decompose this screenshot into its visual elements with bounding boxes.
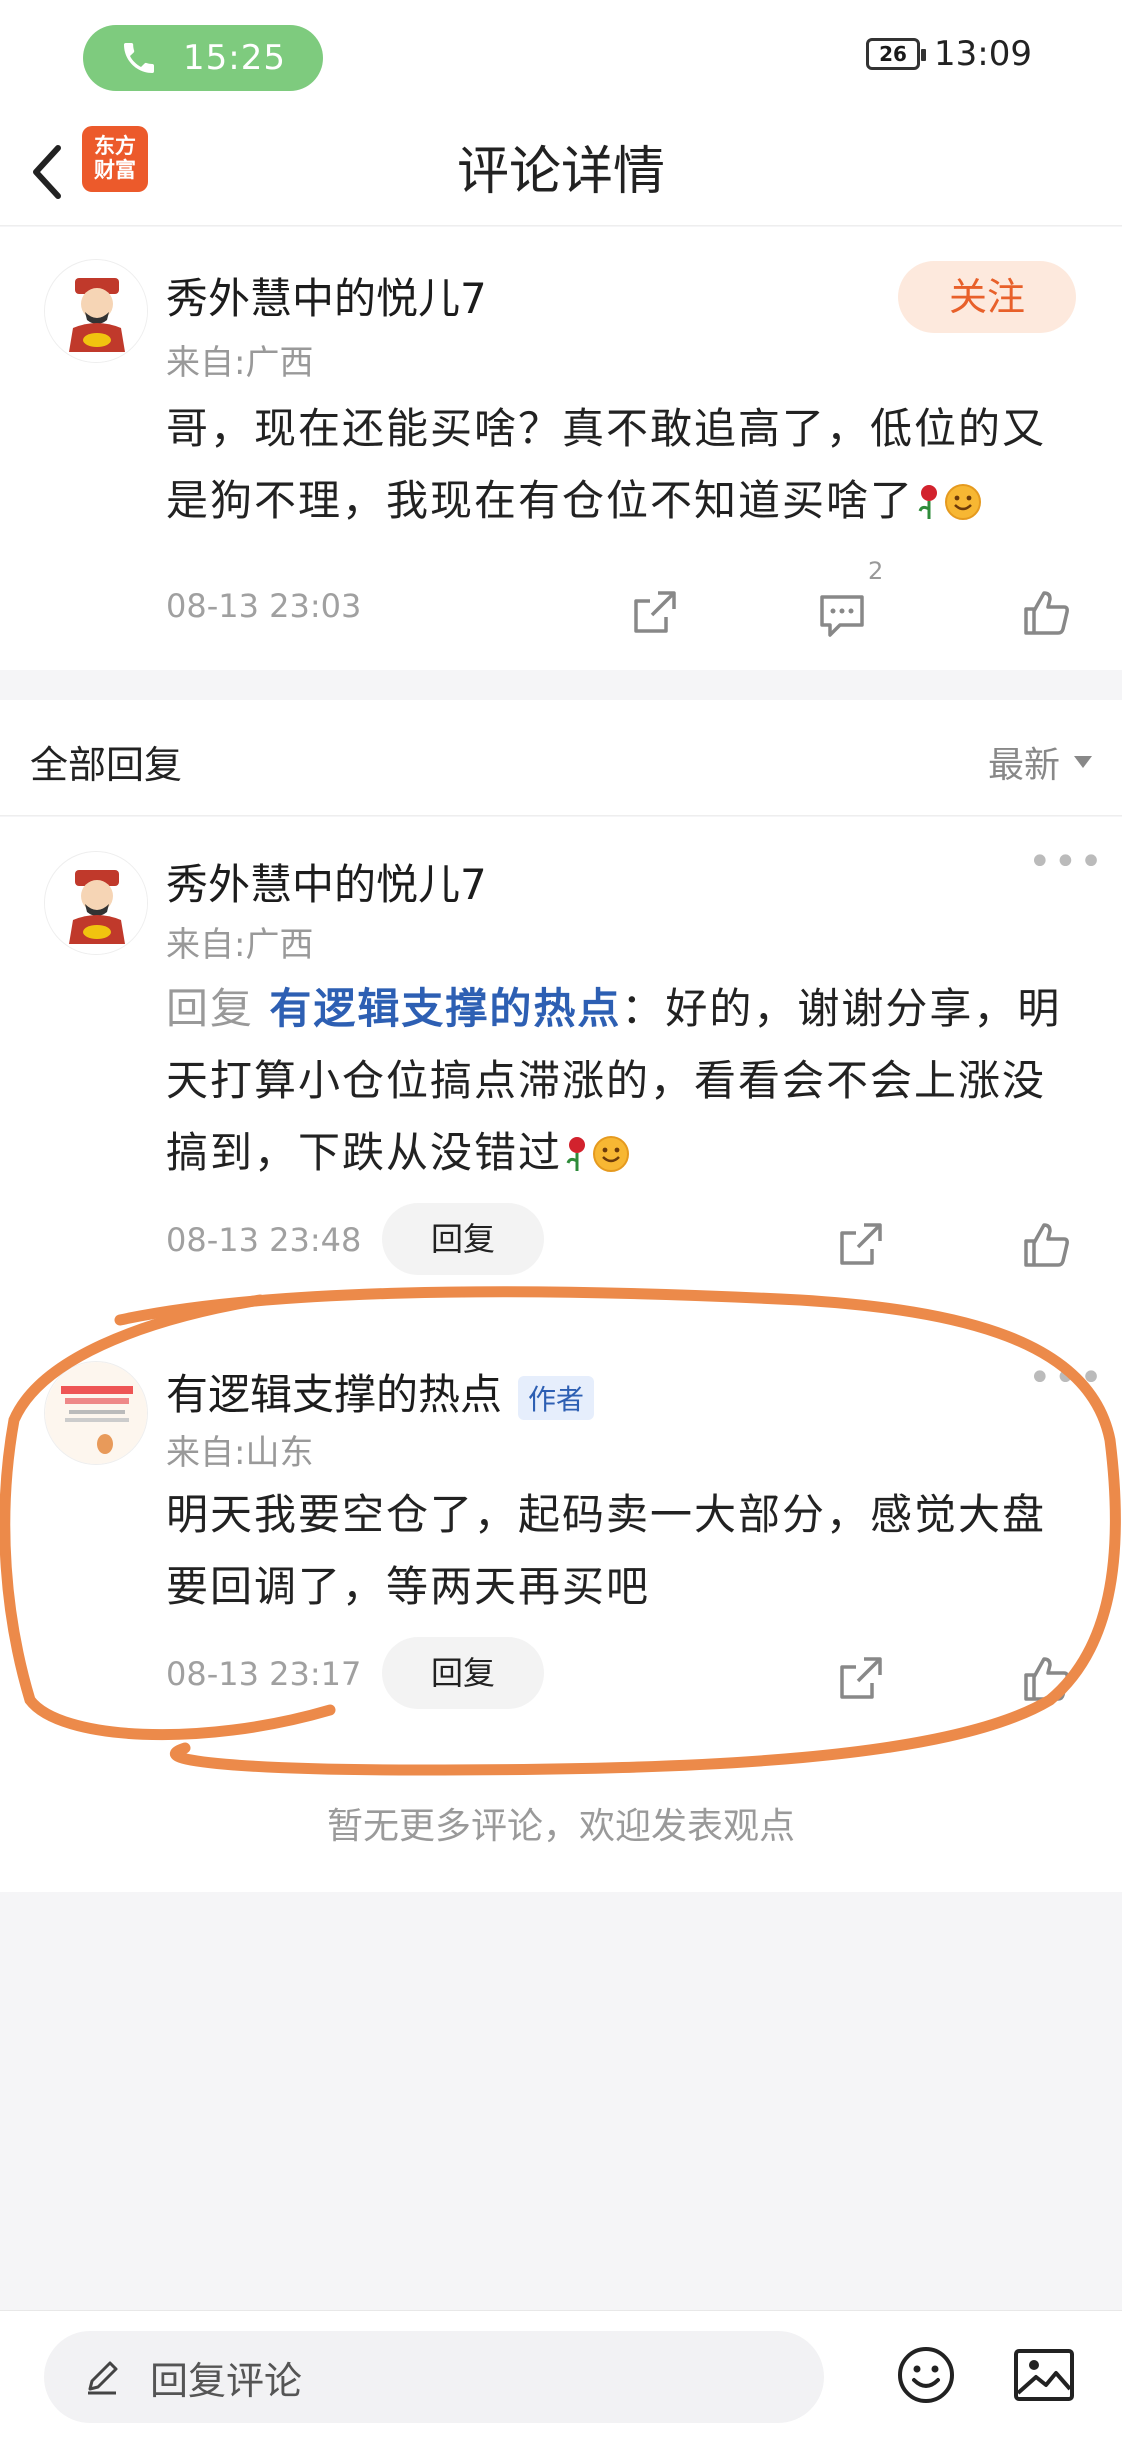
- like-icon[interactable]: [1020, 1653, 1072, 1705]
- username[interactable]: 秀外慧中的悦儿7: [166, 265, 487, 326]
- reply-text: 明天我要空仓了，起码卖一大部分，感觉大盘要回调了，等两天再买吧: [166, 1490, 1047, 1611]
- location: 来自:广西: [166, 343, 314, 383]
- reply-button[interactable]: 回复: [382, 1637, 544, 1709]
- smile-emoji-icon: [945, 484, 982, 520]
- emoji-icon[interactable]: [896, 2345, 956, 2405]
- more-options-icon[interactable]: •••: [1028, 839, 1105, 885]
- main-comment-card: 秀外慧中的悦儿7 来自:广西 关注 哥，现在还能买啥？真不敢追高了，低位的又是狗…: [0, 227, 1122, 670]
- avatar[interactable]: [44, 1361, 148, 1465]
- ongoing-call-pill[interactable]: 15:25: [83, 25, 323, 91]
- like-icon[interactable]: [1020, 1219, 1072, 1271]
- rose-emoji-icon: [918, 485, 938, 519]
- battery-icon: 26: [866, 38, 927, 70]
- comment-text: 哥，现在还能买啥？真不敢追高了，低位的又是狗不理，我现在有仓位不知道买啥了: [166, 404, 1047, 525]
- reply-time: 08-13 23:17: [166, 1655, 362, 1693]
- replies-section-header: 全部回复 最新: [0, 700, 1122, 816]
- share-icon[interactable]: [628, 587, 680, 639]
- avatar[interactable]: [44, 259, 148, 363]
- pencil-icon: [88, 2361, 118, 2395]
- follow-button[interactable]: 关注: [898, 261, 1076, 333]
- reply-time: 08-13 23:48: [166, 1221, 362, 1259]
- clock: 13:09: [934, 34, 1032, 74]
- god-of-wealth-avatar-icon: [45, 852, 147, 954]
- replies-list: 秀外慧中的悦儿7 ••• 来自:广西 回复 有逻辑支撑的热点：好的，谢谢分享，明…: [0, 817, 1122, 1892]
- reply-input-placeholder: 回复评论: [150, 2358, 303, 2403]
- page-title: 评论详情: [456, 142, 665, 202]
- avatar[interactable]: [44, 851, 148, 955]
- no-more-comments-note: 暂无更多评论，欢迎发表观点: [326, 1806, 795, 1847]
- navigation-header: 东方 财富 评论详情: [0, 118, 1122, 226]
- reply-button[interactable]: 回复: [382, 1203, 544, 1275]
- caret-down-icon: [1074, 756, 1092, 768]
- smile-emoji-icon: [593, 1136, 630, 1172]
- like-icon[interactable]: [1020, 587, 1072, 639]
- reply-prefix: 回复: [166, 984, 255, 1033]
- more-options-icon[interactable]: •••: [1028, 1355, 1105, 1401]
- god-of-wealth-avatar-icon: [45, 260, 147, 362]
- bottom-reply-bar: 回复评论: [0, 2310, 1122, 2442]
- author-badge: 作者: [518, 1375, 595, 1420]
- section-title: 全部回复: [30, 743, 183, 787]
- reply-comment-input[interactable]: 回复评论: [44, 2331, 824, 2423]
- phone-icon: [124, 43, 154, 73]
- username[interactable]: 有逻辑支撑的热点 作者: [166, 1361, 595, 1422]
- status-bar: 15:25 26 13:09: [0, 0, 1122, 118]
- reply-to-user-link[interactable]: 有逻辑支撑的热点: [269, 984, 621, 1033]
- comment-icon[interactable]: [816, 589, 868, 641]
- username[interactable]: 秀外慧中的悦儿7: [166, 851, 487, 912]
- image-icon[interactable]: [1012, 2347, 1076, 2403]
- share-icon[interactable]: [834, 1653, 886, 1705]
- comment-time: 08-13 23:03: [166, 587, 362, 625]
- location: 来自:山东: [166, 1433, 314, 1473]
- reply-text: 回复 有逻辑支撑的热点：好的，谢谢分享，明天打算小仓位搞点滞涨的，看看会不会上涨…: [166, 984, 1062, 1177]
- author-avatar-icon: [45, 1362, 147, 1464]
- sort-dropdown[interactable]: 最新: [988, 736, 1092, 788]
- comment-count: 2: [868, 557, 884, 585]
- location: 来自:广西: [166, 925, 314, 965]
- share-icon[interactable]: [834, 1219, 886, 1271]
- system-indicators: 26 13:09: [866, 34, 1032, 74]
- rose-emoji-icon: [566, 1137, 586, 1171]
- call-duration: 15:25: [183, 38, 286, 78]
